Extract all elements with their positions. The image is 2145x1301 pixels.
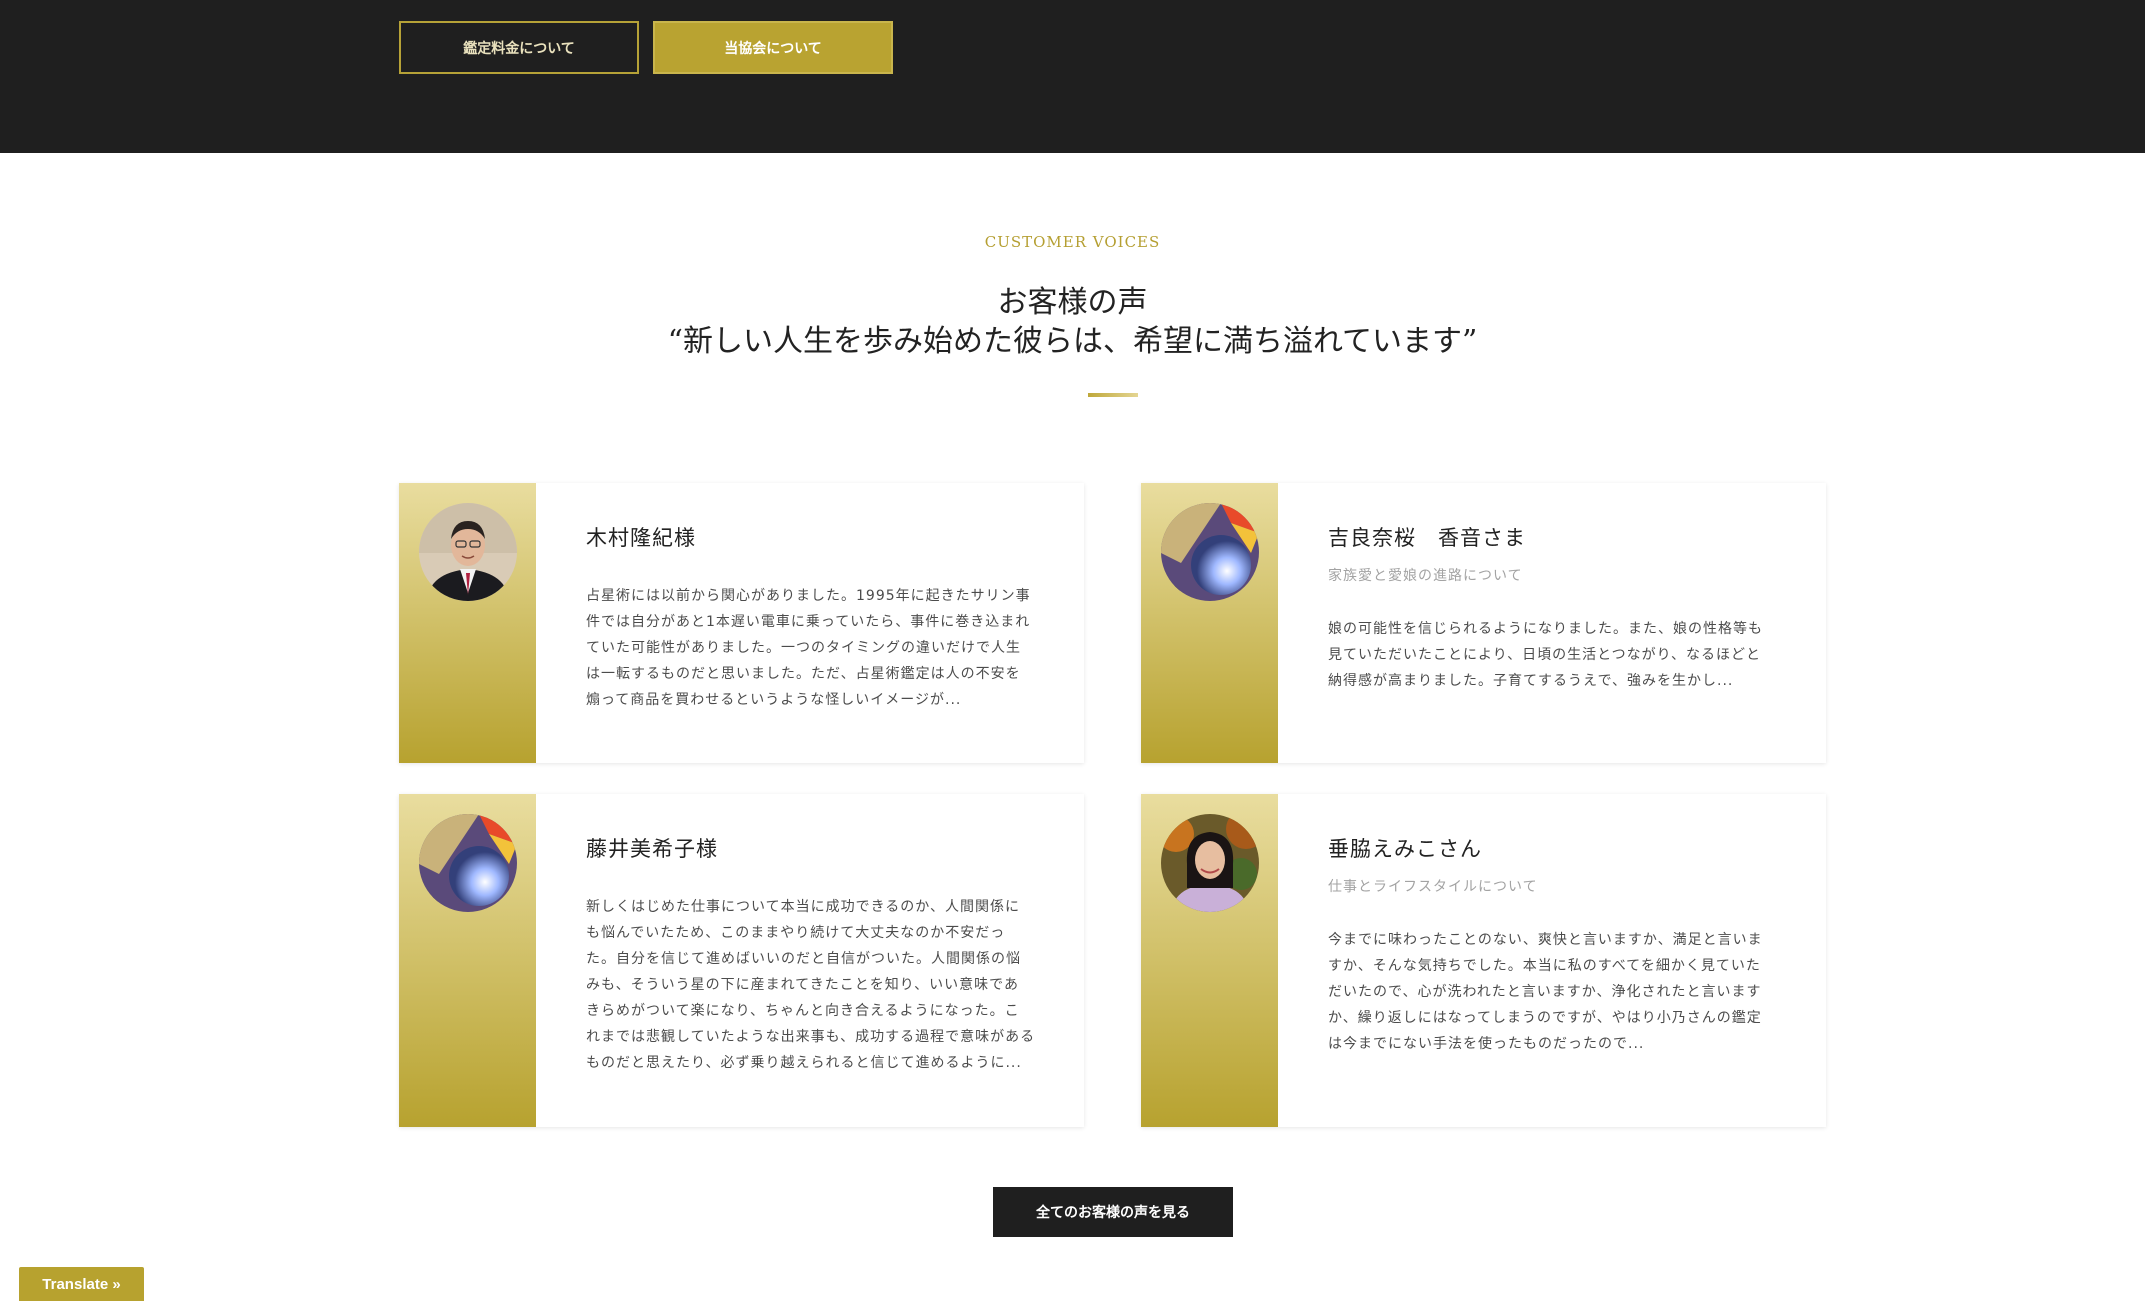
- text-line: だいたので、心が洗われたと言いますか、浄化されたと言います: [1328, 984, 1762, 1000]
- title-divider: [1088, 393, 1138, 397]
- testimonial-card[interactable]: 垂脇えみこさん 仕事とライフスタイルについて 今までに味わったことのない、爽快と…: [1141, 794, 1826, 1127]
- avatar: [1161, 503, 1259, 601]
- section-title: お客様の声 “新しい人生を歩み始めた彼らは、希望に満ち溢れています”: [0, 283, 2145, 361]
- text-line: すか、そんな気持ちでした。本当に私のすべてを細かく見ていた: [1328, 958, 1761, 974]
- testimonial-text: 占星術には以前から関心がありました。1995年に起きたサリン事 件では自分があと…: [586, 583, 1036, 713]
- text-line: 今までに味わったことのない、爽快と言いますか、満足と言いま: [1328, 932, 1763, 948]
- text-line: か、繰り返しにはなってしまうのですが、やはり小乃さんの鑑定: [1328, 1010, 1762, 1026]
- testimonial-topic: 仕事とライフスタイルについて: [1328, 879, 1538, 895]
- testimonial-card[interactable]: 吉良奈桜 香音さま 家族愛と愛娘の進路について 娘の可能性を信じられるようになり…: [1141, 483, 1826, 763]
- text-line: 娘の可能性を信じられるようになりました。また、娘の性格等も: [1328, 621, 1763, 637]
- text-line: 納得感が高まりました。子育てするうえで、強みを生かし...: [1328, 673, 1734, 689]
- testimonial-text: 今までに味わったことのない、爽快と言いますか、満足と言いま すか、そんな気持ちで…: [1328, 927, 1778, 1057]
- view-all-voices-button[interactable]: 全てのお客様の声を見る: [993, 1187, 1233, 1237]
- avatar: [419, 503, 517, 601]
- text-line: は今までにない手法を使ったものだったので...: [1328, 1036, 1645, 1052]
- text-line: ていた可能性がありました。一つのタイミングの違いだけで人生: [586, 640, 1021, 656]
- text-line: 煽って商品を買わせるというような怪しいイメージが...: [586, 692, 962, 708]
- text-line: みも、そういう星の下に産まれてきたことを知り、いい意味であ: [586, 977, 1020, 993]
- testimonial-topic: 家族愛と愛娘の進路について: [1328, 568, 1523, 584]
- section-eyebrow: CUSTOMER VOICES: [984, 233, 1161, 251]
- customer-name: 吉良奈桜 香音さま: [1328, 526, 1526, 550]
- customer-name: 垂脇えみこさん: [1328, 837, 1482, 861]
- text-line: た。自分を信じて進めばいいのだと自信がついた。人間関係の悩: [586, 951, 1021, 967]
- top-band: 鑑定料金について 当協会について: [0, 0, 2145, 153]
- text-line: 件では自分があと1本遅い電車に乗っていたら、事件に巻き込まれ: [586, 614, 1031, 630]
- text-line: きらめがついて楽になり、ちゃんと向き合えるようになった。こ: [586, 1003, 1020, 1019]
- section-title-line1: お客様の声: [997, 285, 1148, 320]
- text-line: 新しくはじめた仕事について本当に成功できるのか、人間関係に: [586, 899, 1021, 915]
- text-line: れまでは悲観していたような出来事も、成功する過程で意味がある: [586, 1029, 1036, 1045]
- testimonial-card[interactable]: 木村隆紀様 占星術には以前から関心がありました。1995年に起きたサリン事 件で…: [399, 483, 1084, 763]
- avatar: [419, 814, 517, 912]
- customer-name: 木村隆紀様: [586, 526, 696, 550]
- section-title-line2: “新しい人生を歩み始めた彼らは、希望に満ち溢れています”: [667, 324, 1478, 359]
- testimonial-card[interactable]: 藤井美希子様 新しくはじめた仕事について本当に成功できるのか、人間関係に も悩ん…: [399, 794, 1084, 1127]
- about-association-button[interactable]: 当協会について: [653, 21, 893, 74]
- text-line: も悩んでいたため、このままやり続けて大丈夫なのか不安だっ: [586, 925, 1006, 941]
- text-line: 見ていただいたことにより、日頃の生活とつながり、なるほどと: [1328, 647, 1762, 663]
- text-line: ものだと思えたり、必ず乗り越えられると信じて進めるように...: [586, 1055, 1022, 1071]
- translate-button[interactable]: Translate »: [19, 1267, 144, 1301]
- text-line: は一転するものだと思いました。ただ、占星術鑑定は人の不安を: [586, 666, 1021, 682]
- text-line: 占星術には以前から関心がありました。1995年に起きたサリン事: [586, 588, 1031, 604]
- fee-info-button[interactable]: 鑑定料金について: [399, 21, 639, 74]
- avatar: [1161, 814, 1259, 912]
- customer-name: 藤井美希子様: [586, 837, 718, 861]
- testimonial-text: 新しくはじめた仕事について本当に成功できるのか、人間関係に も悩んでいたため、こ…: [586, 894, 1036, 1076]
- testimonial-text: 娘の可能性を信じられるようになりました。また、娘の性格等も 見ていただいたことに…: [1328, 616, 1778, 694]
